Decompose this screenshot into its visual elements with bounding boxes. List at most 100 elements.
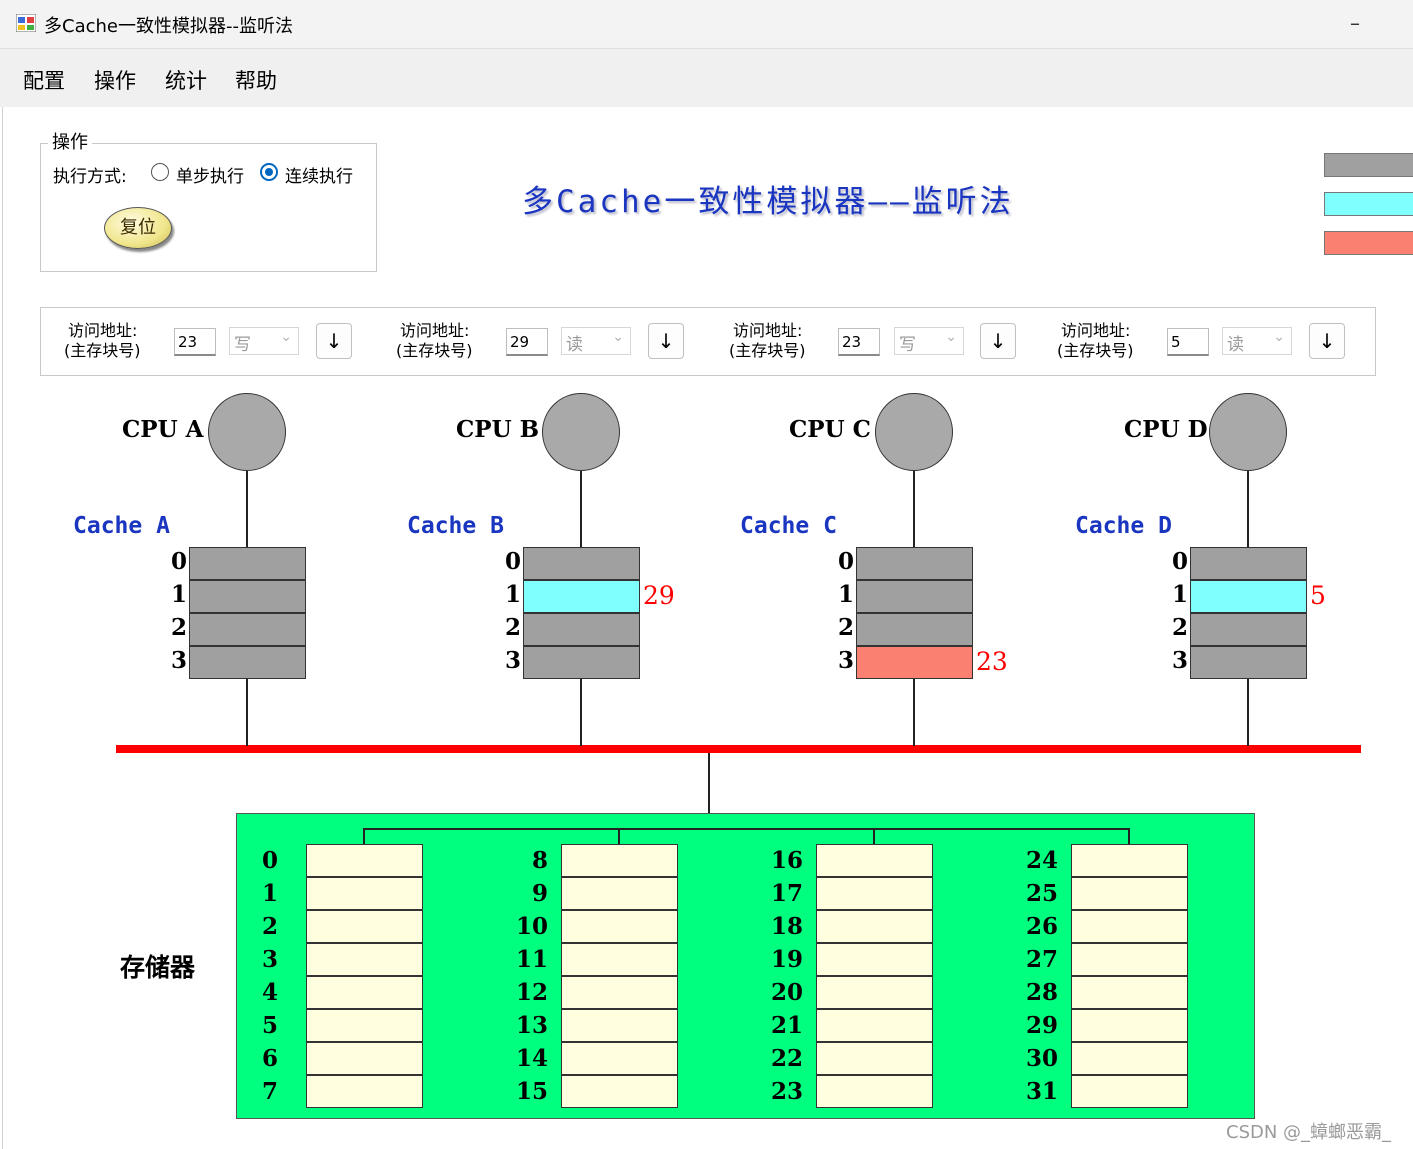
operation-select[interactable]: 读 ⌄	[561, 327, 631, 355]
cache-line	[1190, 580, 1307, 613]
cache-bus-link	[580, 679, 582, 746]
cache-bus-link	[1247, 679, 1249, 746]
menu-statistics[interactable]: 统计	[165, 65, 207, 95]
cache-line	[523, 613, 640, 646]
address-input[interactable]: 23	[174, 328, 216, 356]
memory-block	[816, 877, 933, 910]
execute-button[interactable]: ↓	[980, 323, 1016, 359]
system-bus	[116, 745, 1361, 753]
menu-help[interactable]: 帮助	[235, 65, 277, 95]
memory-block	[1071, 844, 1188, 877]
menu-operation[interactable]: 操作	[94, 65, 136, 95]
step-mode-label[interactable]: 单步执行	[176, 162, 244, 187]
memory-block	[306, 943, 423, 976]
memory-block	[561, 1075, 678, 1108]
memory-block	[306, 910, 423, 943]
memory-bank-link	[618, 828, 620, 844]
memory-block-index: 12	[515, 979, 548, 1006]
memory-block-index: 3	[261, 946, 278, 973]
continuous-mode-label[interactable]: 连续执行	[285, 162, 353, 187]
cache-line-index: 2	[1171, 614, 1188, 641]
reset-button[interactable]: 复位	[104, 207, 172, 249]
cpu-node	[208, 393, 286, 471]
address-input[interactable]: 23	[838, 328, 880, 356]
cache-block-number: 23	[976, 647, 1008, 676]
cache-line-index: 1	[837, 581, 854, 608]
memory-block-index: 30	[1025, 1045, 1058, 1072]
memory-block-index: 2	[261, 913, 278, 940]
execute-button[interactable]: ↓	[1309, 323, 1345, 359]
chevron-down-icon: ⌄	[280, 329, 292, 345]
minimize-button[interactable]: –	[1340, 10, 1370, 36]
memory-block-index: 24	[1025, 847, 1058, 874]
address-input[interactable]: 5	[1167, 328, 1209, 356]
cache-line	[1190, 547, 1307, 580]
address-input[interactable]: 29	[506, 328, 548, 356]
access-block-label: (主存块号)	[729, 341, 806, 360]
memory-block-index: 15	[515, 1078, 548, 1105]
cache-line	[1190, 613, 1307, 646]
access-address-label: 访问地址:	[400, 321, 470, 340]
memory-block	[1071, 877, 1188, 910]
cache-line	[523, 646, 640, 679]
access-block-label: (主存块号)	[64, 341, 141, 360]
memory-block-index: 10	[515, 913, 548, 940]
operation-group-title: 操作	[48, 128, 92, 154]
memory-block	[561, 877, 678, 910]
memory-block-index: 29	[1025, 1012, 1058, 1039]
memory-block	[306, 1042, 423, 1075]
memory-block	[1071, 1009, 1188, 1042]
memory-block-index: 23	[770, 1078, 803, 1105]
cache-line-index: 3	[504, 647, 521, 674]
execute-button[interactable]: ↓	[648, 323, 684, 359]
cache-line	[189, 646, 306, 679]
cache-line-index: 0	[837, 548, 854, 575]
radio-continuous-mode[interactable]	[260, 163, 278, 181]
memory-label: 存储器	[120, 953, 196, 982]
cache-label: Cache A	[73, 513, 170, 539]
cache-line	[856, 646, 973, 679]
memory-block	[816, 910, 933, 943]
menu-config[interactable]: 配置	[23, 65, 65, 95]
operation-select[interactable]: 写 ⌄	[229, 327, 299, 355]
cpu-label: CPU B	[456, 416, 540, 443]
execute-button[interactable]: ↓	[316, 323, 352, 359]
legend-swatch-shared	[1324, 192, 1413, 216]
memory-block-index: 7	[261, 1078, 278, 1105]
cache-block-number: 5	[1310, 581, 1326, 610]
memory-block	[1071, 1075, 1188, 1108]
operation-select[interactable]: 写 ⌄	[894, 327, 964, 355]
cache-bus-link	[246, 679, 248, 746]
cache-line-index: 2	[837, 614, 854, 641]
memory-block-index: 25	[1025, 880, 1058, 907]
memory-block-index: 13	[515, 1012, 548, 1039]
legend-swatch-invalid	[1324, 153, 1413, 177]
cache-line	[856, 547, 973, 580]
memory-block	[306, 844, 423, 877]
memory-block-index: 4	[261, 979, 278, 1006]
memory-bank-link	[363, 828, 365, 844]
cache-line-index: 1	[504, 581, 521, 608]
cache-line-index: 2	[170, 614, 187, 641]
memory-block	[1071, 1042, 1188, 1075]
memory-block-index: 20	[770, 979, 803, 1006]
memory-block	[816, 1075, 933, 1108]
memory-block	[816, 1042, 933, 1075]
operation-select-value: 写	[899, 335, 916, 355]
legend-swatch-exclusive	[1324, 231, 1413, 255]
chevron-down-icon: ⌄	[945, 329, 957, 345]
memory-block-index: 28	[1025, 979, 1058, 1006]
window-title: 多Cache一致性模拟器--监听法	[44, 16, 293, 37]
memory-block	[306, 1009, 423, 1042]
operation-select[interactable]: 读 ⌄	[1222, 327, 1292, 355]
memory-block	[561, 976, 678, 1009]
watermark: CSDN @_蟑螂恶霸_	[1226, 1122, 1392, 1143]
memory-block-index: 0	[261, 847, 278, 874]
memory-block-index: 8	[531, 847, 548, 874]
cache-line-index: 0	[170, 548, 187, 575]
memory-block	[816, 976, 933, 1009]
cpu-node	[542, 393, 620, 471]
menu-bar: 配置 操作 统计 帮助	[0, 49, 1413, 107]
radio-step-mode[interactable]	[151, 163, 169, 181]
cache-line-index: 3	[170, 647, 187, 674]
